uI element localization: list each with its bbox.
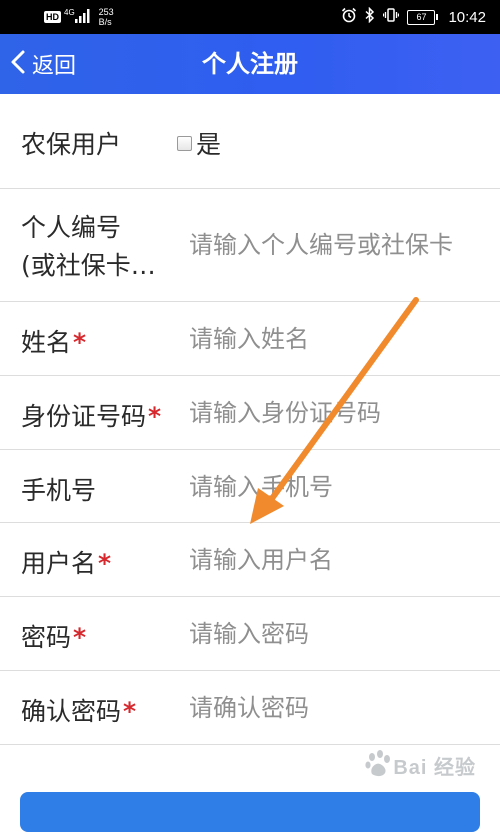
id-card-label-text: 身份证号码 <box>21 402 147 431</box>
password-input[interactable] <box>189 616 485 652</box>
network-speed: 253 B/s <box>99 7 114 27</box>
id-card-input[interactable] <box>189 395 485 431</box>
rural-insurance-label: 农保用户 <box>21 130 122 159</box>
network-speed-value: 253 <box>98 7 114 17</box>
back-label: 返回 <box>32 54 77 79</box>
alarm-icon <box>341 7 357 27</box>
watermark: Bai 经验 <box>363 748 476 782</box>
status-bar: HD 4G 253 B/s 67 10:42 <box>0 0 500 34</box>
id-card-label: 身份证号码* <box>21 397 161 433</box>
watermark-text: Bai 经验 <box>393 756 476 779</box>
name-label-text: 姓名 <box>21 328 72 357</box>
battery-tip <box>436 14 439 20</box>
username-input[interactable] <box>189 542 485 578</box>
nav-bar: 个人注册 返回 <box>0 34 500 94</box>
signal-icon <box>74 8 91 27</box>
password-row: 密码* <box>0 597 500 671</box>
baidu-paw-icon <box>363 748 393 782</box>
name-label: 姓名* <box>21 323 86 359</box>
status-left: HD 4G 253 B/s <box>44 6 114 28</box>
rural-insurance-row: 农保用户 是 <box>0 94 500 189</box>
clock: 10:42 <box>448 8 486 26</box>
username-label: 用户名* <box>21 544 111 580</box>
confirm-password-input[interactable] <box>189 690 485 726</box>
rural-insurance-checkbox-label: 是 <box>196 130 222 159</box>
confirm-password-row: 确认密码* <box>0 671 500 745</box>
required-mark: * <box>73 328 87 357</box>
required-mark: * <box>123 697 137 726</box>
registration-form: 农保用户 是 个人编号 (或社保卡… 姓名* 身份证号码* 手机号 用户名* 密… <box>0 94 500 745</box>
personal-id-label-line1: 个人编号 <box>21 213 122 242</box>
submit-button[interactable] <box>20 792 480 832</box>
required-mark: * <box>73 623 87 652</box>
network-type: 4G <box>64 8 75 17</box>
battery-level: 67 <box>407 9 436 25</box>
password-label-text: 密码 <box>21 623 72 652</box>
id-card-row: 身份证号码* <box>0 376 500 450</box>
chevron-left-icon <box>10 49 26 79</box>
phone-label: 手机号 <box>21 476 97 505</box>
bluetooth-icon <box>365 6 375 27</box>
checkbox-icon[interactable] <box>177 135 192 151</box>
password-label: 密码* <box>21 618 86 654</box>
phone-input[interactable] <box>189 469 485 505</box>
confirm-password-label: 确认密码* <box>21 692 136 728</box>
personal-id-input[interactable] <box>189 227 485 263</box>
required-mark: * <box>148 402 162 431</box>
hd-badge: HD <box>44 11 61 23</box>
personal-id-label-line2: (或社保卡… <box>21 251 156 280</box>
confirm-password-label-text: 确认密码 <box>21 697 122 726</box>
name-row: 姓名* <box>0 302 500 376</box>
status-right: 67 10:42 <box>341 6 486 28</box>
network-speed-unit: B/s <box>98 17 112 27</box>
rural-insurance-checkbox[interactable]: 是 <box>177 125 221 161</box>
personal-id-label: 个人编号 (或社保卡… <box>21 209 181 285</box>
username-row: 用户名* <box>0 523 500 597</box>
phone-row: 手机号 <box>0 450 500 523</box>
name-input[interactable] <box>189 321 485 357</box>
required-mark: * <box>98 549 112 578</box>
back-button[interactable]: 返回 <box>10 34 76 94</box>
personal-id-row: 个人编号 (或社保卡… <box>0 189 500 302</box>
battery-icon: 67 <box>407 9 439 25</box>
vibrate-icon <box>383 7 400 27</box>
username-label-text: 用户名 <box>21 549 97 578</box>
